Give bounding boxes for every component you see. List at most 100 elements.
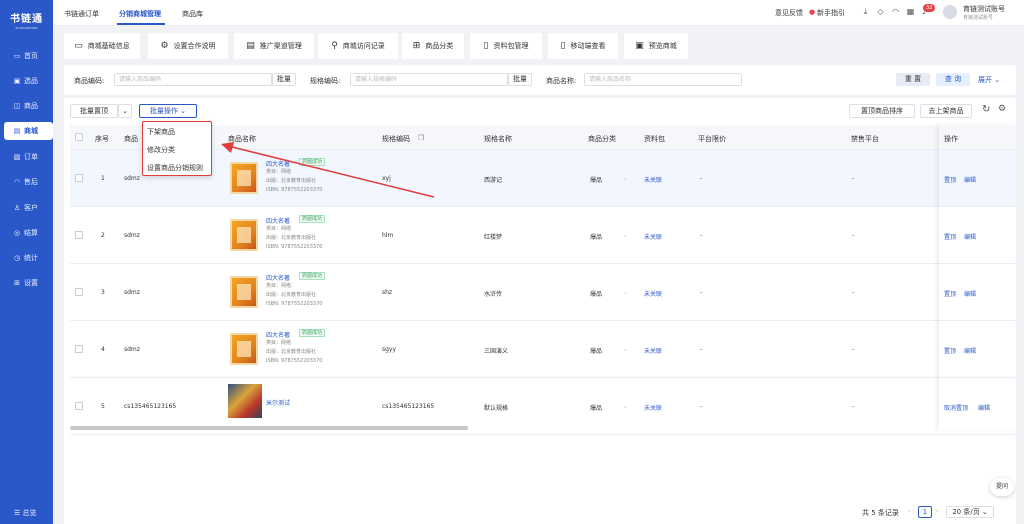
settings-icon[interactable]: ⚙ [998,104,1006,114]
name-input[interactable]: 请输入商品名称 [584,73,742,86]
sidebar-item-mall[interactable]: ▤ 商城 [4,122,53,140]
sidebar-item-stats[interactable]: ◷ 统计 [0,249,53,267]
sidebar-item-settlement[interactable]: ◎ 结算 [0,224,53,242]
sidebar-item-goods[interactable]: ◫ 商品 [0,97,53,115]
page-size-select[interactable]: 20 条/页 ⌄ [946,506,994,518]
calendar-icon[interactable]: ▦ [906,7,915,16]
spec-batch-button[interactable]: 批量 [508,73,532,86]
logo-text: 书链通 [10,14,43,25]
query-button[interactable]: 查 询 [936,73,970,86]
code-label: 商品编码: [74,77,105,85]
package-management-button[interactable]: ▯ 资料包管理 [470,33,542,59]
row-checkbox[interactable] [75,231,83,239]
prev-page-icon[interactable]: ‹ [908,506,911,518]
category-select[interactable]: 爆品 [590,232,602,241]
preview-icon: ▣ [635,41,644,51]
sidebar-item-home[interactable]: ▭ 首页 [0,47,53,65]
grab-status-badge: 抓图成功 [299,215,326,223]
code-batch-button[interactable]: 批量 [272,73,296,86]
visit-records-button[interactable]: ⚲ 商城访问记录 [318,33,398,59]
row-index: 3 [101,289,105,296]
headset-icon[interactable]: ◠ [891,7,900,16]
settings-icon: ⊞ [14,279,20,287]
batch-pin-dropdown[interactable]: ⌄ [118,104,132,118]
sidebar-overview[interactable]: ☰ 总览 [14,508,37,518]
category-select[interactable]: 爆品 [590,346,602,355]
row-checkbox[interactable] [75,402,83,410]
cooperation-settings-button[interactable]: ⚙ 设置合作说明 [148,33,228,59]
channel-management-button[interactable]: ▤ 推广渠道管理 [234,33,314,59]
category-select[interactable]: 爆品 [590,403,602,412]
expand-button[interactable]: 展开 ⌄ [978,75,1000,85]
product-publisher: 出版：北京教育出版社 [266,292,317,298]
page-number[interactable]: 1 [918,506,932,518]
sidebar-item-customers[interactable]: ♙ 客户 [0,199,53,217]
copy-icon[interactable]: ❐ [418,134,424,142]
category-select[interactable]: 爆品 [590,175,602,184]
spec-code-input[interactable]: 请输入规格编码 [350,73,508,86]
batch-ops-button[interactable]: 批量操作 ⌄ [139,104,197,118]
menu-item-distribution-rules[interactable]: 设置商品分销规则 [147,163,203,173]
clock-icon: ◷ [13,254,21,262]
product-name[interactable]: 四大名著 [266,330,290,339]
horizontal-scrollbar[interactable] [70,426,468,430]
pin-sort-button[interactable]: 置顶商品排序 [849,104,915,118]
help-button[interactable]: 提问 [990,478,1014,496]
guide-link[interactable]: 新手指引 [817,8,845,18]
row-index: 4 [101,346,105,353]
code-input[interactable]: 请输入商品编码 [114,73,272,86]
category-select[interactable]: 爆品 [590,289,602,298]
user-name[interactable]: 育链测试账号 [963,4,1005,14]
package-link[interactable]: 未关联 [644,175,662,184]
product-name[interactable]: 四大名著 [266,273,290,282]
row-spec-code: hlm [382,232,394,239]
to-shelf-button[interactable]: 去上架商品 [920,104,972,118]
preview-mall-button[interactable]: ▣ 预览商城 [624,33,688,59]
package-link[interactable]: 未关联 [644,403,662,412]
select-all-checkbox[interactable] [75,133,83,141]
th-category: 商品分类 [588,135,616,143]
product-category: 类目：网络 [266,340,292,346]
mall-basic-info-button[interactable]: ▭ 商城基础信息 [64,33,140,59]
pager-total: 共 5 条记录 [862,509,899,517]
name-label: 商品名称: [546,77,577,85]
folder-icon: ▭ [74,41,83,51]
category-button[interactable]: ⊞ 商品分类 [402,33,464,59]
row-checkbox[interactable] [75,288,83,296]
sidebar-item-selection[interactable]: ▣ 选品 [0,72,53,90]
mobile-view-button[interactable]: ▯ 移动端查看 [548,33,618,59]
next-page-icon[interactable]: › [936,506,939,518]
package-link[interactable]: 未关联 [644,346,662,355]
menu-item-change-category[interactable]: 修改分类 [147,145,175,155]
sidebar-overview-label: 总览 [22,509,37,517]
th-code: 商品 [124,135,138,143]
th-package: 资料包 [644,135,665,143]
batch-pin-button[interactable]: 批量置顶 [70,104,118,118]
row-spec-code: cs135465123165 [382,403,435,410]
download-icon[interactable]: ⤓ [861,7,870,16]
feedback-link[interactable]: 意见反馈 [775,8,803,18]
product-name[interactable]: 四大名著 [266,216,290,225]
product-name[interactable]: 米尔测试 [266,398,290,407]
batch-ops-label: 批量操作 [149,107,178,115]
menu-item-unshelf[interactable]: 下架商品 [147,127,175,137]
sidebar-item-aftersale[interactable]: ◠ 售后 [0,173,53,191]
sidebar-item-label: 售后 [24,178,38,186]
reset-button[interactable]: 重 置 [896,73,930,86]
tab-orders[interactable]: 书链通订单 [64,9,99,19]
avatar[interactable] [943,5,957,19]
package-link[interactable]: 未关联 [644,232,662,241]
tab-goods-library[interactable]: 商品库 [182,9,203,19]
row-checkbox[interactable] [75,345,83,353]
tab-mall-management[interactable]: 分销商城管理 [119,9,161,19]
tag-icon[interactable]: ◇ [876,7,885,16]
refresh-icon[interactable]: ↻ [982,104,990,115]
product-name[interactable]: 四大名著 [266,159,290,168]
table-row[interactable]: 3 sdmz 四大名著 抓图成功 类目：网络 出版：北京教育出版社 ISBN: 978755… [70,264,1016,321]
package-link[interactable]: 未关联 [644,289,662,298]
table-row[interactable]: 2 sdmz 四大名著 抓图成功 类目：网络 出版：北京教育出版社 ISBN: 978755… [70,207,1016,264]
sidebar-item-settings[interactable]: ⊞ 设置 [0,274,53,292]
row-checkbox[interactable] [75,174,83,182]
sidebar-item-orders[interactable]: ▧ 订单 [0,148,53,166]
table-row[interactable]: 4 sdmz 四大名著 抓图成功 类目：网络 出版：北京教育出版社 ISBN: 978755… [70,321,1016,378]
